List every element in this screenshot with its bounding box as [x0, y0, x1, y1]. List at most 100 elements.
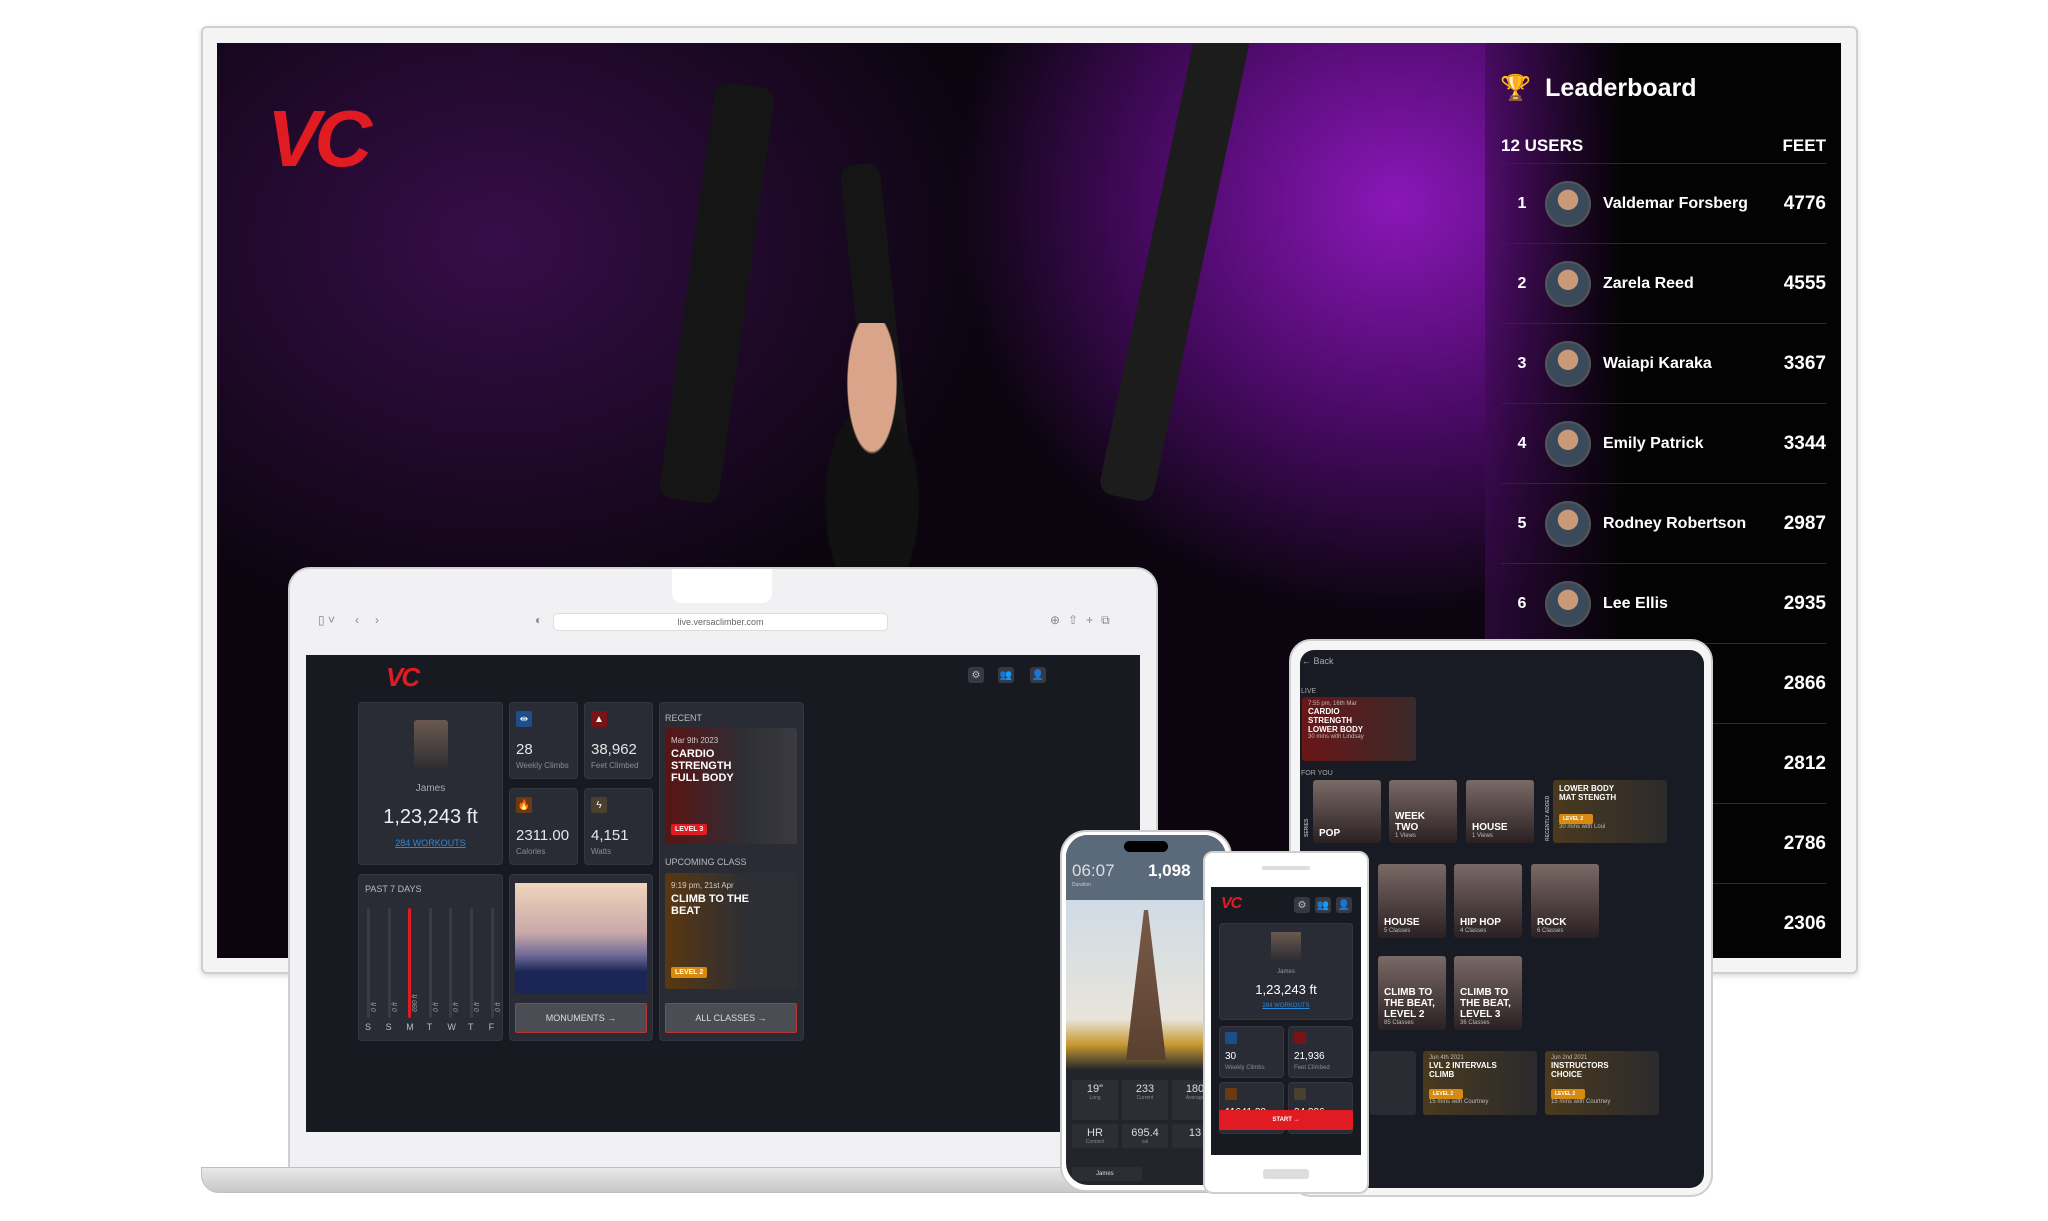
- class-tile[interactable]: CLIMB TO THE BEAT, LEVEL 2 85 Classes: [1378, 956, 1446, 1030]
- level-badge: LEVEL 3: [671, 824, 708, 835]
- metric-tile: HR Connect: [1072, 1124, 1118, 1148]
- stat-card: ▲ 38,962 Feet Climbed: [584, 702, 653, 779]
- avatar: [1545, 420, 1591, 467]
- user-name: Waiapi Karaka: [1603, 354, 1712, 372]
- leaderboard-row: 1 Valdemar Forsberg 4776: [1501, 163, 1826, 243]
- workouts-link[interactable]: 284 WORKOUTS: [1219, 1003, 1353, 1009]
- vc-logo: VC: [386, 662, 420, 692]
- leaderboard-row: 4 Emily Patrick 3344: [1501, 403, 1826, 483]
- monuments-button[interactable]: MONUMENTS →: [515, 1003, 647, 1033]
- url-bar[interactable]: live.versaclimber.com: [553, 613, 888, 631]
- tile-title: CLIMB TO THE BEAT, LEVEL 2: [1384, 987, 1435, 1020]
- class-tile[interactable]: WEEK TWO 1 Views: [1389, 780, 1457, 843]
- day-value: 0 ft: [432, 1002, 440, 1012]
- class-tile[interactable]: ROCK 6 Classes: [1531, 864, 1599, 938]
- upcoming-class-card[interactable]: 9:19 pm, 21st Apr CLIMB TO THE BEAT LEVE…: [665, 873, 797, 989]
- user-icon[interactable]: 👤: [1030, 667, 1046, 683]
- back-icon[interactable]: ‹: [355, 613, 359, 627]
- workouts-link[interactable]: 284 WORKOUTS: [358, 838, 503, 848]
- settings-icon[interactable]: ⚙: [1294, 897, 1310, 913]
- metric-label: cal: [1141, 1139, 1149, 1145]
- rank: 2: [1517, 274, 1527, 292]
- rider-name: James: [1072, 1167, 1142, 1181]
- group-icon[interactable]: 👥: [1315, 897, 1331, 913]
- tile-title: POP: [1319, 828, 1341, 839]
- day-label: W: [447, 1022, 456, 1032]
- dumbbell-icon: [1225, 1032, 1237, 1044]
- bolt-icon: ϟ: [591, 797, 607, 813]
- sidebar-toggle-icon[interactable]: ▯ ˅: [318, 613, 335, 627]
- class-card[interactable]: Jun 4th 2021 LVL 2 INTERVALS CLIMB LEVEL…: [1423, 1051, 1537, 1115]
- android-screen: VC ⚙ 👥 👤 James 1,23,243 ft 284 WORKOUTS …: [1211, 887, 1361, 1155]
- class-tile[interactable]: HIP HOP 4 Classes: [1454, 864, 1522, 938]
- all-classes-button[interactable]: ALL CLASSES →: [665, 1003, 797, 1033]
- day-label: M: [406, 1022, 414, 1032]
- leaderboard-row: 6 Lee Ellis 2935: [1501, 563, 1826, 643]
- class-tile[interactable]: CLIMB TO THE BEAT, LEVEL 3 36 Classes: [1454, 956, 1522, 1030]
- feet-value: 4776: [1783, 192, 1826, 214]
- avatar: [414, 720, 448, 772]
- total-feet: 1,23,243 ft: [383, 806, 478, 828]
- level-badge: LEVEL 2: [1429, 1089, 1463, 1099]
- day-bar: [428, 908, 432, 1018]
- browser-actions-icons[interactable]: ⊕⇧+⧉: [1050, 613, 1118, 628]
- user-name: Emily Patrick: [1603, 434, 1704, 452]
- metric-value: 233: [1135, 1083, 1155, 1095]
- class-card[interactable]: Jun 2nd 2021 INSTRUCTORS CHOICE LEVEL 2 …: [1545, 1051, 1659, 1115]
- class-sub: 15 mins with Courtney: [1551, 1099, 1611, 1105]
- trophy-icon: 🏆: [1500, 74, 1532, 102]
- recent-class-card[interactable]: Mar 9th 2023 CARDIO STRENGTH FULL BODY L…: [665, 728, 797, 844]
- day-label: F: [488, 1022, 495, 1032]
- day-bar: [367, 908, 370, 1018]
- day-label: S: [365, 1022, 372, 1032]
- start-button[interactable]: START →: [1219, 1110, 1353, 1130]
- avatar: [1271, 932, 1301, 962]
- trainer-card[interactable]: [1370, 1051, 1416, 1115]
- group-icon[interactable]: 👥: [998, 667, 1014, 683]
- dynamic-island: [1124, 841, 1168, 852]
- lower-body-card[interactable]: LOWER BODY MAT STENGTH LEVEL 2 30 mins w…: [1553, 780, 1667, 843]
- class-tile[interactable]: HOUSE 1 Views: [1466, 780, 1534, 843]
- class-tile[interactable]: HOUSE 5 Classes: [1378, 864, 1446, 938]
- user-name: Valdemar Forsberg: [1603, 194, 1748, 212]
- day-value: 690 ft: [412, 994, 420, 1012]
- metric-value: HR: [1087, 1127, 1103, 1139]
- forward-icon[interactable]: ›: [375, 613, 379, 627]
- home-button[interactable]: [1263, 1169, 1309, 1179]
- live-label: LIVE: [1301, 688, 1317, 695]
- stat-label: Feet Climbed: [1294, 1065, 1330, 1071]
- feet-value: 2866: [1783, 672, 1826, 694]
- tile-title: HOUSE: [1472, 822, 1508, 833]
- stat-value: 21,936: [1294, 1051, 1325, 1062]
- user-name: James: [415, 783, 446, 794]
- class-tile[interactable]: POP: [1313, 780, 1381, 843]
- user-icon[interactable]: 👤: [1336, 897, 1352, 913]
- class-sub: 30 mins with Loui: [1559, 824, 1606, 830]
- recent-label: RECENT: [665, 713, 703, 723]
- tile-sub: 4 Classes: [1460, 928, 1487, 934]
- metric-tile: 233 Current: [1122, 1080, 1168, 1120]
- upcoming-label: UPCOMING CLASS: [665, 857, 747, 867]
- rank: 6: [1517, 594, 1527, 612]
- tile-sub: 1 Views: [1395, 833, 1416, 839]
- user-name: Lee Ellis: [1603, 594, 1668, 612]
- back-button[interactable]: ← Back: [1302, 656, 1334, 666]
- stat-label: Weekly Climbs: [516, 761, 569, 770]
- level-badge: LEVEL 2: [1559, 814, 1593, 824]
- leaderboard-title: 🏆 Leaderboard: [1500, 74, 1697, 103]
- upcoming-date: 9:19 pm, 21st Apr: [671, 881, 734, 890]
- metric-value: 180: [1185, 1083, 1205, 1095]
- tile-title: HIP HOP: [1460, 917, 1501, 928]
- recent-date: Mar 9th 2023: [671, 736, 719, 745]
- users-count: 12 USERS: [1501, 136, 1584, 155]
- leaderboard-header: 12 USERS FEET: [1501, 136, 1826, 156]
- live-class-card[interactable]: 7:55 pm, 16th Mar CARDIO STRENGTH LOWER …: [1302, 697, 1416, 761]
- day-value: 0 ft: [371, 1002, 378, 1012]
- climber-machine: [1097, 43, 1252, 504]
- settings-icon[interactable]: ⚙: [968, 667, 984, 683]
- user-name: Zarela Reed: [1603, 274, 1694, 292]
- stat-label: Watts: [591, 847, 612, 856]
- vc-logo: VC: [1221, 895, 1242, 912]
- mountain-icon: [1294, 1032, 1306, 1044]
- total-feet: 1,23,243 ft: [1255, 982, 1317, 997]
